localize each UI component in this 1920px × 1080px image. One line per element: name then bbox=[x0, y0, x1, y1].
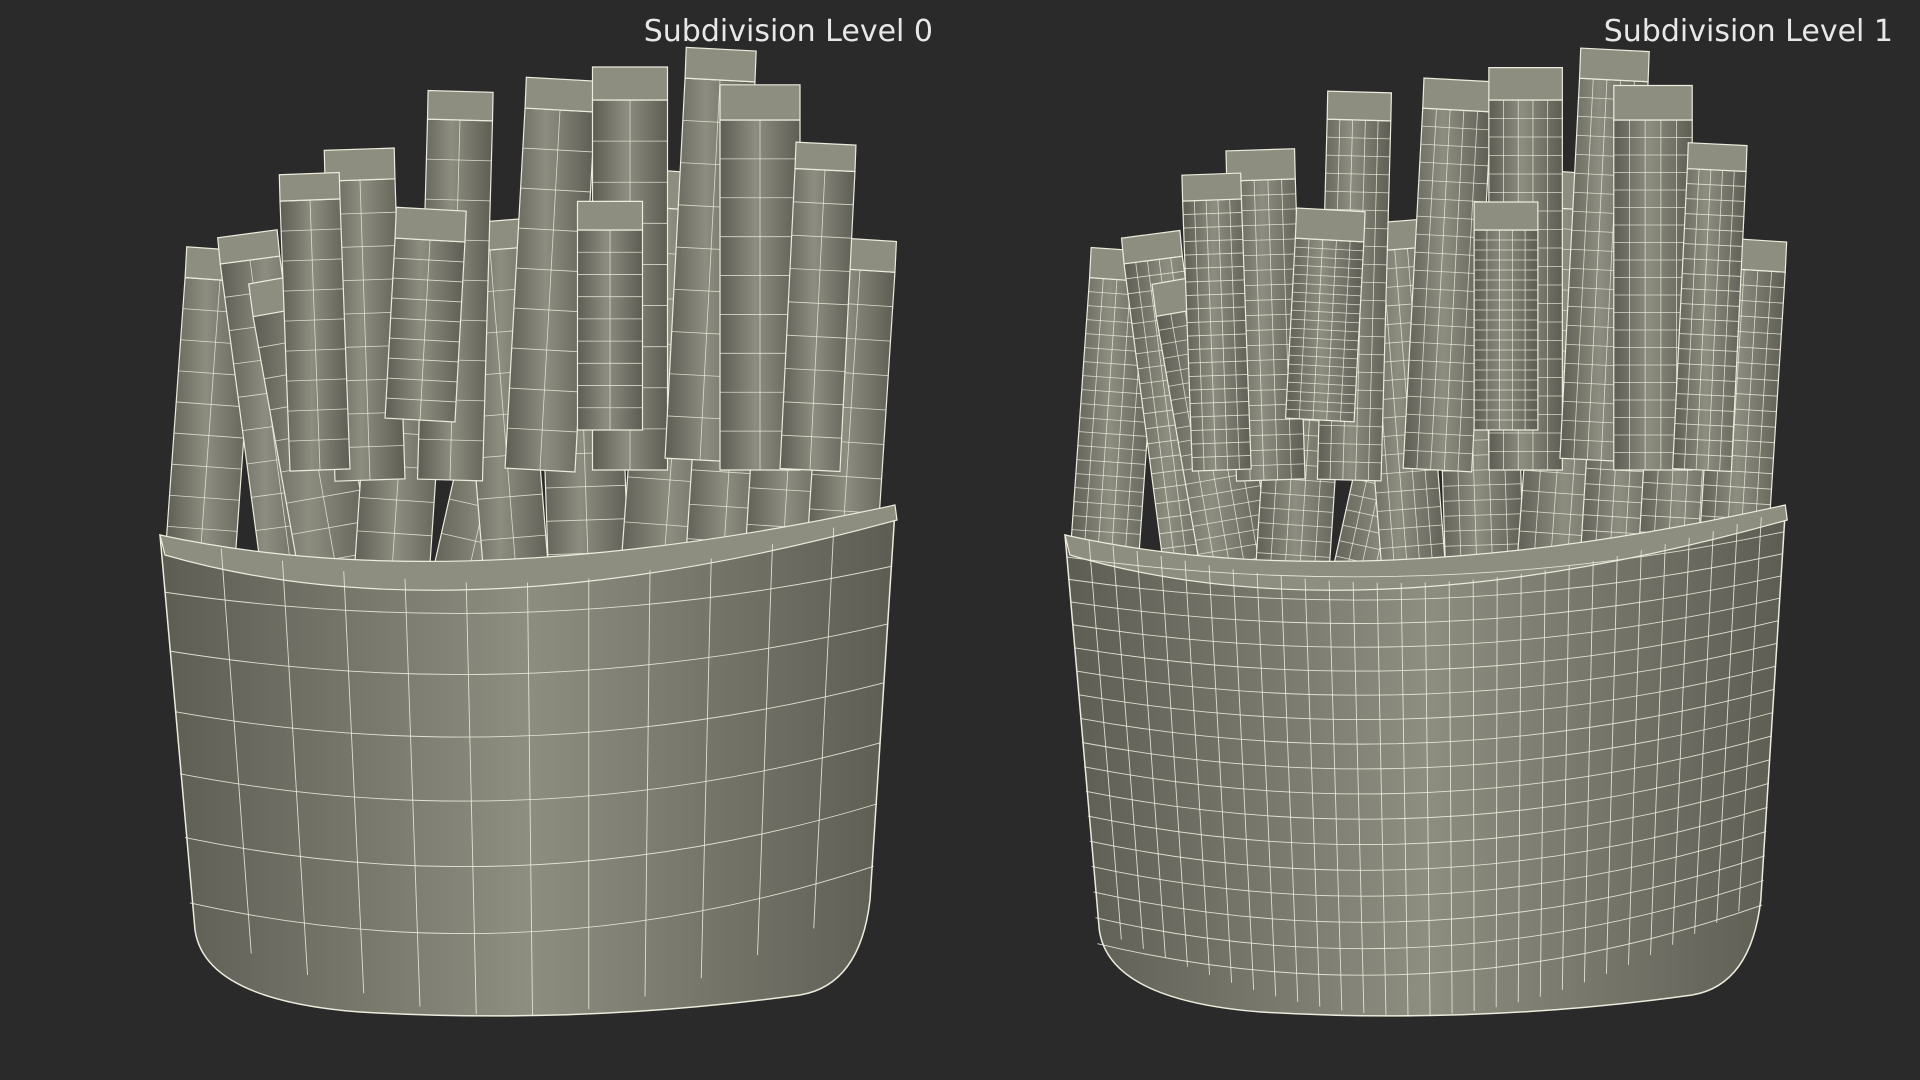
fry-stick bbox=[576, 200, 644, 431]
fry-cap bbox=[794, 141, 857, 173]
mesh-view-level-0 bbox=[159, 46, 898, 1017]
fry-cap bbox=[1294, 207, 1366, 243]
view-label-level-1: Subdivision Level 1 bbox=[1603, 14, 1893, 49]
render-scene bbox=[159, 46, 1788, 1017]
mesh-view-level-1 bbox=[1064, 47, 1788, 1017]
fry-cap bbox=[394, 206, 467, 243]
fry-cap bbox=[426, 89, 494, 122]
fry-cap bbox=[719, 84, 801, 121]
fry-cap bbox=[1488, 67, 1563, 101]
fry-cap bbox=[524, 76, 597, 113]
fry-stick bbox=[1284, 207, 1366, 423]
fries-container bbox=[159, 504, 898, 1017]
fry-cap bbox=[684, 46, 757, 83]
fry-cap bbox=[1326, 90, 1393, 122]
fry-cap bbox=[1686, 142, 1748, 173]
fry-cap bbox=[278, 171, 341, 202]
fry-cap bbox=[1181, 172, 1242, 202]
render-viewport: Subdivision Level 0 Subdivision Level 1 bbox=[0, 0, 1920, 1080]
fries-container bbox=[1064, 504, 1788, 1017]
fry-cap bbox=[1578, 47, 1650, 83]
fry-stick bbox=[278, 171, 351, 472]
fry-cap bbox=[591, 66, 669, 101]
fry-stick bbox=[1473, 201, 1539, 431]
fry-stick bbox=[384, 206, 467, 423]
fry-cap bbox=[1473, 201, 1539, 231]
fry-cap bbox=[1422, 77, 1494, 113]
view-label-level-0: Subdivision Level 0 bbox=[643, 14, 933, 49]
fry-cap bbox=[576, 200, 644, 231]
fry-cap bbox=[1613, 84, 1693, 121]
fry-stick bbox=[1181, 172, 1252, 472]
